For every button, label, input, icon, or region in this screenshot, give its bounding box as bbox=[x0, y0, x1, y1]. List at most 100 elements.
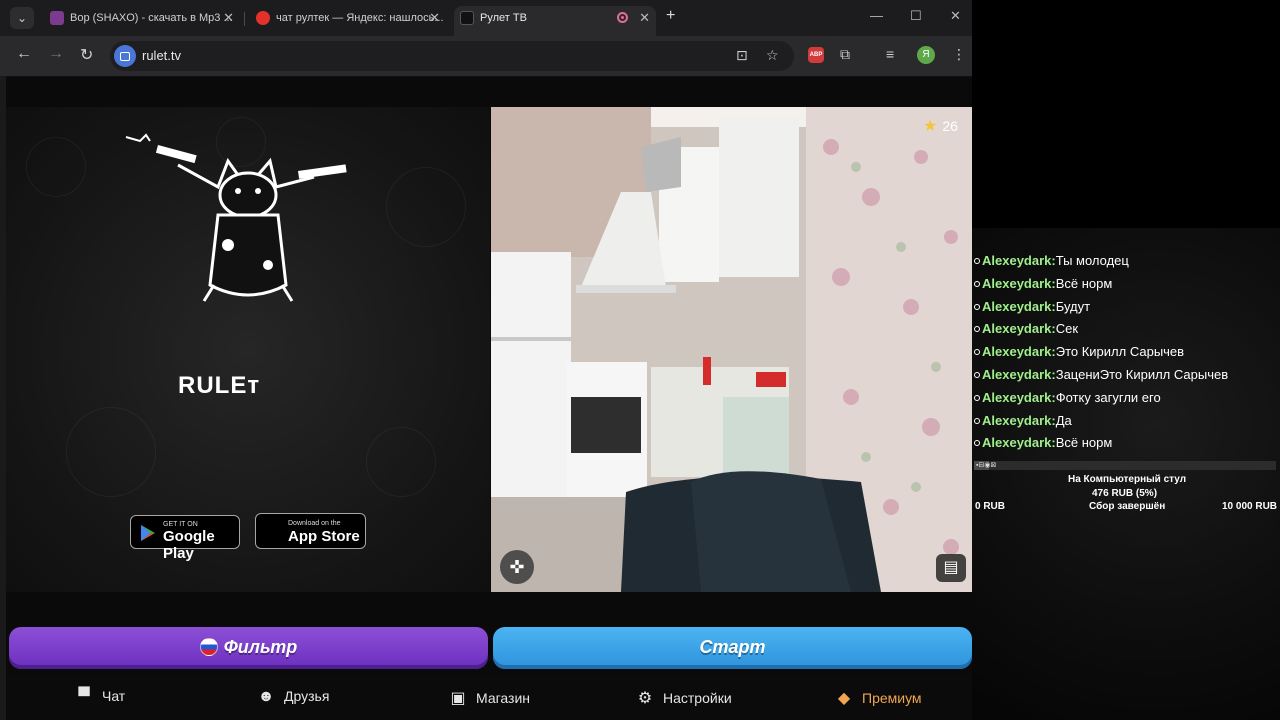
friends-icon: ☻ bbox=[257, 688, 275, 705]
chat-bullet-icon bbox=[974, 372, 980, 378]
rating-display: ★ 26 bbox=[923, 116, 958, 136]
address-bar[interactable]: rulet.tv ⊡ ☆ bbox=[110, 41, 794, 71]
chat-username: Alexeydark: bbox=[982, 276, 1056, 291]
nav-label: Магазин bbox=[476, 690, 531, 706]
chat-message: Alexeydark:ЗацениЭто Кирилл Сарычев bbox=[974, 367, 1228, 387]
forward-button[interactable]: → bbox=[48, 45, 64, 63]
reload-button[interactable]: ↻ bbox=[80, 45, 93, 65]
recording-indicator-icon bbox=[617, 12, 628, 23]
nav-label: Настройки bbox=[663, 690, 732, 706]
chat-text: Будут bbox=[1055, 299, 1091, 314]
tab-title: Вор (SHAXO) - скачать в Mp3 ... bbox=[70, 12, 233, 24]
maximize-icon[interactable]: ☐ bbox=[910, 8, 922, 24]
url-text[interactable]: rulet.tv bbox=[142, 48, 181, 63]
site-info-icon[interactable] bbox=[114, 45, 136, 67]
chat-bullet-icon bbox=[974, 304, 980, 310]
tab-title: чат рултек — Яндекс: нашлось... bbox=[276, 12, 444, 24]
chat-username: Alexeydark: bbox=[982, 321, 1056, 336]
nav-label: Премиум bbox=[862, 690, 922, 706]
chat-text: ЗацениЭто Кирилл Сарычев bbox=[1055, 367, 1229, 382]
tab-close-icon[interactable]: ✕ bbox=[639, 6, 650, 30]
new-tab-button[interactable]: + bbox=[666, 7, 675, 25]
gamepad-button[interactable]: ✜ bbox=[500, 550, 534, 584]
nav-label: Чат bbox=[102, 688, 126, 704]
chat-message: Alexeydark:Да bbox=[974, 413, 1072, 433]
rating-count: 26 bbox=[942, 118, 958, 134]
chat-text: Всё норм bbox=[1055, 435, 1113, 450]
profile-avatar[interactable]: Я bbox=[917, 46, 935, 64]
back-button[interactable]: ← bbox=[16, 45, 32, 63]
chat-message: Alexeydark:Это Кирилл Сарычев bbox=[974, 344, 1184, 364]
star-icon: ★ bbox=[923, 118, 938, 135]
chat-text: Это Кирилл Сарычев bbox=[1055, 344, 1185, 359]
chat-bullet-icon bbox=[974, 440, 980, 446]
app-store-label: App Store bbox=[288, 528, 360, 545]
install-app-icon[interactable]: ⊡ bbox=[736, 47, 748, 64]
chat-username: Alexeydark: bbox=[982, 413, 1056, 428]
chat-bullet-icon bbox=[974, 326, 980, 332]
bottom-navigation: ▀ Чат ☻ Друзья ▣ Магазин ⚙ Настройки ◆ Премиу… bbox=[6, 676, 972, 720]
stream-chat: Alexeydark:Ты молодец Alexeydark:Всё нор… bbox=[972, 232, 1280, 457]
chat-text: Всё норм bbox=[1055, 276, 1113, 291]
menu-kebab-icon[interactable]: ⋮ bbox=[952, 46, 966, 63]
nav-chat[interactable]: ▀ Чат bbox=[74, 688, 125, 706]
chat-bullet-icon bbox=[974, 349, 980, 355]
google-play-button[interactable]: GET IT ON Google Play bbox=[130, 515, 240, 562]
window-close-icon[interactable]: ✕ bbox=[950, 8, 961, 24]
filter-label: Фильтр bbox=[223, 637, 298, 657]
chat-text: Ты молодец bbox=[1055, 253, 1129, 268]
gift-button[interactable]: ▤ bbox=[936, 554, 966, 582]
google-play-small-text: GET IT ON bbox=[163, 521, 198, 528]
background-doodle bbox=[66, 407, 156, 497]
tab-search-button[interactable]: ⌄ bbox=[10, 7, 34, 29]
tab-separator bbox=[244, 12, 245, 26]
goal-min: 0 RUB bbox=[975, 501, 1006, 512]
chat-message: Alexeydark:Ты молодец bbox=[974, 253, 1129, 273]
chat-message: Alexeydark:Всё норм bbox=[974, 276, 1112, 296]
adblock-extension-icon[interactable]: ABP bbox=[808, 47, 824, 63]
chat-bullet-icon bbox=[974, 418, 980, 424]
chat-text: Фотку загугли его bbox=[1055, 390, 1161, 405]
tab-close-icon[interactable]: ✕ bbox=[223, 6, 234, 30]
background-doodle bbox=[386, 167, 466, 247]
donation-goal-bar: ▪⊟◉⊠ bbox=[974, 461, 1276, 470]
shop-bag-icon: ▣ bbox=[450, 690, 466, 707]
start-label: Старт bbox=[699, 637, 766, 657]
chat-bullet-icon bbox=[974, 281, 980, 287]
chat-message: Alexeydark:Сек bbox=[974, 321, 1078, 341]
background-doodle bbox=[366, 427, 436, 497]
nav-label: Друзья bbox=[284, 688, 330, 704]
nav-settings[interactable]: ⚙ Настройки bbox=[635, 688, 732, 708]
rulet-cat-logo bbox=[125, 133, 347, 302]
nav-shop[interactable]: ▣ Магазин bbox=[448, 688, 530, 708]
app-store-small-text: Download on the bbox=[288, 520, 341, 527]
browser-toolbar: ← → ↻ rulet.tv ⊡ ☆ ABP ⧉ ≡ Я ⋮ bbox=[0, 36, 972, 76]
google-play-icon bbox=[141, 525, 155, 541]
tab-music[interactable]: Вор (SHAXO) - скачать в Mp3 ... ✕ bbox=[44, 6, 240, 30]
minimize-icon[interactable]: — bbox=[870, 8, 883, 23]
chat-username: Alexeydark: bbox=[982, 390, 1056, 405]
chat-bullet-icon bbox=[974, 395, 980, 401]
filter-button[interactable]: Фильтр bbox=[9, 627, 488, 669]
music-favicon-icon bbox=[50, 11, 64, 25]
app-store-button[interactable]: Download on the App Store bbox=[255, 513, 366, 549]
chat-username: Alexeydark: bbox=[982, 435, 1056, 450]
start-button[interactable]: Старт bbox=[493, 627, 972, 669]
goal-amount: 476 RUB (5%) bbox=[1092, 488, 1158, 499]
rulet-favicon-icon bbox=[460, 11, 474, 25]
nav-friends[interactable]: ☻ Друзья bbox=[256, 688, 330, 706]
media-control-icon[interactable]: ≡ bbox=[886, 46, 894, 62]
chat-username: Alexeydark: bbox=[982, 367, 1056, 382]
chat-icon: ▀ bbox=[78, 688, 90, 705]
chat-username: Alexeydark: bbox=[982, 299, 1056, 314]
nav-premium[interactable]: ◆ Премиум bbox=[834, 688, 922, 708]
tab-title: Рулет ТВ bbox=[480, 12, 527, 24]
goal-status: Сбор завершён bbox=[1089, 501, 1166, 512]
chat-message: Alexeydark:Всё норм bbox=[974, 435, 1112, 455]
gear-icon: ⚙ bbox=[637, 690, 653, 707]
tab-close-icon[interactable]: ✕ bbox=[429, 6, 440, 30]
chat-bullet-icon bbox=[974, 258, 980, 264]
bookmark-star-icon[interactable]: ☆ bbox=[766, 47, 779, 64]
tab-yandex[interactable]: чат рултек — Яндекс: нашлось... ✕ bbox=[250, 6, 446, 30]
extensions-icon[interactable]: ⧉ bbox=[840, 46, 850, 63]
